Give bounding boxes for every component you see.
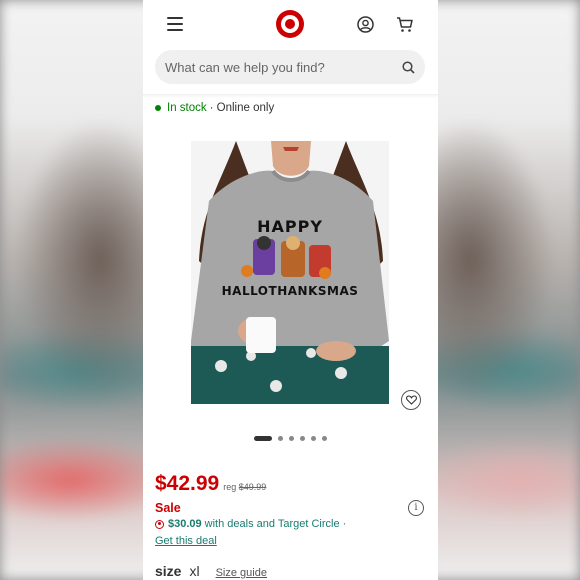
carousel-dot[interactable] [289,436,294,441]
sweatshirt-photo [191,141,389,404]
info-icon[interactable]: i [408,500,424,516]
search-bar[interactable] [155,50,425,84]
header-divider [143,94,438,98]
favorite-button[interactable] [401,390,421,410]
target-circle-offer: $30.09 with deals and Target Circle · [155,518,346,530]
hamburger-menu-icon[interactable] [167,17,183,31]
carousel-dot-active[interactable] [254,436,272,441]
in-stock-dot-icon [155,105,161,111]
current-price: $42.99 [155,472,220,495]
size-label: size [155,563,182,579]
search-input[interactable] [165,59,402,75]
carousel-dot[interactable] [322,436,327,441]
product-image[interactable]: HAPPY HALLOTHANKSMAS [191,141,389,404]
price-row: $42.99 reg $49.99 [155,472,266,496]
size-value: xl [189,563,200,579]
get-this-deal-link[interactable]: Get this deal [155,535,217,547]
cart-icon[interactable] [396,16,414,33]
availability-row: In stock · Online only [155,102,274,114]
carousel-dot[interactable] [300,436,305,441]
stock-status: In stock [167,102,207,114]
reg-label: reg [223,482,237,492]
circle-amount: $30.09 [168,518,202,530]
circle-text: with deals and Target Circle · [204,518,347,530]
heart-icon [405,395,417,405]
print-line-2: HALLOTHANKSMAS [221,284,359,298]
print-line-1: HAPPY [257,217,323,236]
image-carousel-indicator [254,436,327,441]
app-screen: In stock · Online only [143,0,438,580]
search-icon[interactable] [402,60,415,74]
top-nav-bar [143,0,438,50]
stock-channel: · Online only [209,102,275,114]
sale-label: Sale [155,501,181,515]
carousel-dot[interactable] [311,436,316,441]
target-logo[interactable] [276,10,304,38]
carousel-dot[interactable] [278,436,283,441]
regular-price-label: reg $49.99 [223,482,266,492]
size-guide-link[interactable]: Size guide [216,567,267,579]
reg-price: $49.99 [238,482,267,492]
account-icon[interactable] [357,16,374,33]
target-circle-icon [155,519,164,529]
size-row: size xl Size guide [155,563,267,579]
